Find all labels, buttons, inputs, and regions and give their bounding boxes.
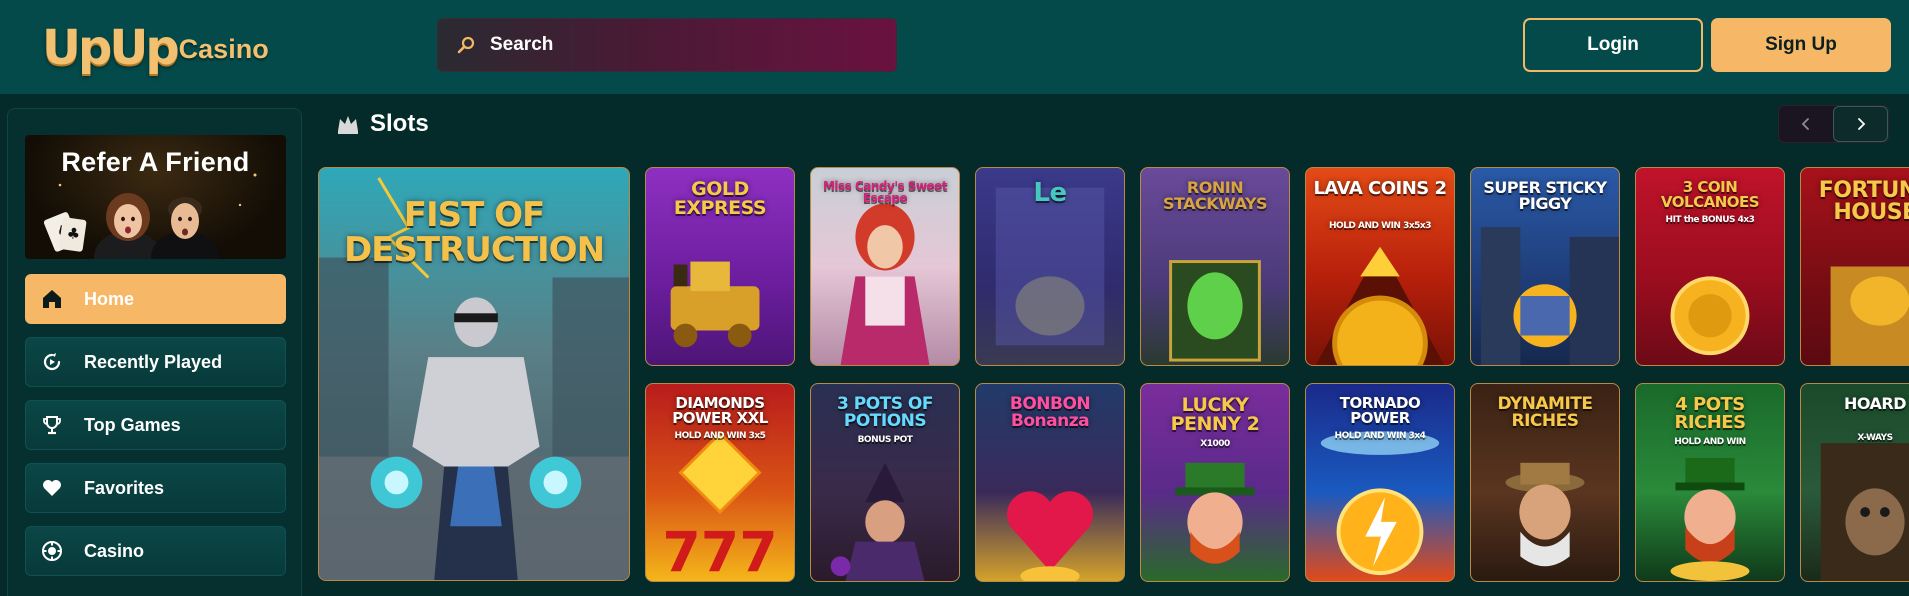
slots-title: Slots: [370, 110, 429, 137]
trophy-icon: [40, 413, 64, 437]
chevron-right-icon: [1857, 118, 1866, 130]
game-subtitle: X1000: [1200, 438, 1230, 449]
game-tile[interactable]: 3 COIN VOLCANOES HIT the BONUS 4x3: [1635, 167, 1785, 366]
game-title: BONBON Bonanza: [1009, 394, 1091, 432]
sidebar: ♠ ♣ Refer A Friend: [7, 108, 302, 596]
game-title: LAVA COINS 2: [1313, 178, 1447, 199]
carousel-next-button[interactable]: [1833, 106, 1888, 142]
game-tile[interactable]: 4 POTS RICHES HOLD AND WIN: [1635, 383, 1785, 582]
sidebar-item-favorites[interactable]: Favorites: [25, 463, 286, 513]
heart-icon: [40, 476, 64, 500]
game-title: Miss Candy's Sweet Escape: [822, 179, 948, 206]
carousel-controls: [1778, 105, 1889, 143]
game-tile[interactable]: RONIN STACKWAYS: [1140, 167, 1290, 366]
game-subtitle: HOLD AND WIN 3x5: [674, 430, 766, 441]
game-subtitle: HIT the BONUS 4x3: [1665, 214, 1755, 225]
game-tile[interactable]: Miss Candy's Sweet Escape: [810, 167, 960, 366]
game-title: Le: [1033, 178, 1067, 208]
svg-text:777: 777: [662, 521, 777, 581]
top-header: UpUp Casino Login Sign Up: [0, 0, 1909, 94]
game-art: [1820, 443, 1909, 581]
chevron-left-icon: [1801, 118, 1810, 130]
refer-a-friend-banner[interactable]: ♠ ♣ Refer A Friend: [25, 135, 286, 259]
home-icon: [40, 287, 64, 311]
game-subtitle: HOLD AND WIN 3x4: [1334, 430, 1426, 441]
game-tile[interactable]: Le: [975, 167, 1125, 366]
game-tile[interactable]: 777 DIAMONDS POWER XXL HOLD AND WIN 3x5: [645, 383, 795, 582]
sidebar-item-casino[interactable]: Casino: [25, 526, 286, 576]
game-tile[interactable]: LAVA COINS 2 HOLD AND WIN 3x5x3: [1305, 167, 1455, 366]
game-title: SUPER STICKY PIGGY: [1483, 178, 1607, 214]
svg-text:♣: ♣: [66, 224, 82, 244]
slots-section-header: Slots: [336, 108, 429, 140]
game-tile[interactable]: TORNADO POWER HOLD AND WIN 3x4: [1305, 383, 1455, 582]
game-subtitle: HOLD AND WIN: [1674, 436, 1746, 447]
sidebar-item-recently-played[interactable]: Recently Played: [25, 337, 286, 387]
casino-chip-icon: [40, 539, 64, 563]
game-title: RONIN STACKWAYS: [1162, 178, 1268, 214]
game-title: LUCKY PENNY 2: [1170, 394, 1260, 436]
game-subtitle: HOLD AND WIN 3x5x3: [1329, 220, 1431, 231]
game-subtitle: BONUS POT: [857, 434, 913, 445]
game-tile[interactable]: 3 POTS OF POTIONS BONUS POT: [810, 383, 960, 582]
game-title: 3 COIN VOLCANOES: [1660, 178, 1760, 212]
sidebar-item-label: Home: [84, 288, 135, 309]
game-tile[interactable]: BONBON Bonanza: [975, 383, 1125, 582]
game-tile[interactable]: GOLD EXPRESS: [645, 167, 795, 366]
login-button[interactable]: Login: [1523, 18, 1703, 72]
sidebar-item-label: Top Games: [84, 414, 181, 435]
carousel-prev-button[interactable]: [1779, 106, 1833, 142]
game-tile[interactable]: HOARD X-WAYS: [1800, 383, 1909, 582]
game-title: 3 POTS OF POTIONS: [837, 394, 933, 432]
sidebar-item-home[interactable]: Home: [25, 274, 286, 324]
game-tile[interactable]: LUCKY PENNY 2 X1000: [1140, 383, 1290, 582]
search-icon: [457, 36, 475, 54]
game-tile-featured[interactable]: FIST OF DESTRUCTION: [318, 167, 630, 581]
refer-friend-title: Refer A Friend: [61, 147, 250, 177]
logo-wordmark: UpUp: [42, 20, 180, 76]
recent-icon: [40, 350, 64, 374]
sidebar-item-label: Favorites: [84, 477, 165, 498]
logo-subtitle: Casino: [178, 34, 269, 64]
game-title: DIAMONDS POWER XXL: [672, 394, 768, 428]
game-tile[interactable]: SUPER STICKY PIGGY: [1470, 167, 1620, 366]
search-bar[interactable]: [437, 18, 897, 72]
sidebar-item-top-games[interactable]: Top Games: [25, 400, 286, 450]
game-subtitle: X-WAYS: [1857, 432, 1893, 443]
game-title: HOARD: [1843, 394, 1907, 413]
game-title: TORNADO POWER: [1339, 394, 1421, 428]
search-input[interactable]: [490, 34, 870, 56]
game-title: 4 POTS RICHES: [1674, 394, 1746, 434]
game-title: FORTUNE HOUSE: [1818, 178, 1909, 226]
game-title: DYNAMITE RICHES: [1497, 394, 1593, 432]
crown-icon: [338, 116, 358, 134]
game-title: GOLD EXPRESS: [673, 178, 767, 220]
sidebar-item-label: Casino: [84, 540, 145, 561]
game-tile[interactable]: FORTUNE HOUSE: [1800, 167, 1909, 366]
game-title: FIST OF DESTRUCTION: [343, 195, 605, 270]
sidebar-item-label: Recently Played: [84, 351, 223, 372]
signup-button[interactable]: Sign Up: [1711, 18, 1891, 72]
site-logo[interactable]: UpUp Casino: [42, 14, 269, 74]
game-tile[interactable]: DYNAMITE RICHES: [1470, 383, 1620, 582]
